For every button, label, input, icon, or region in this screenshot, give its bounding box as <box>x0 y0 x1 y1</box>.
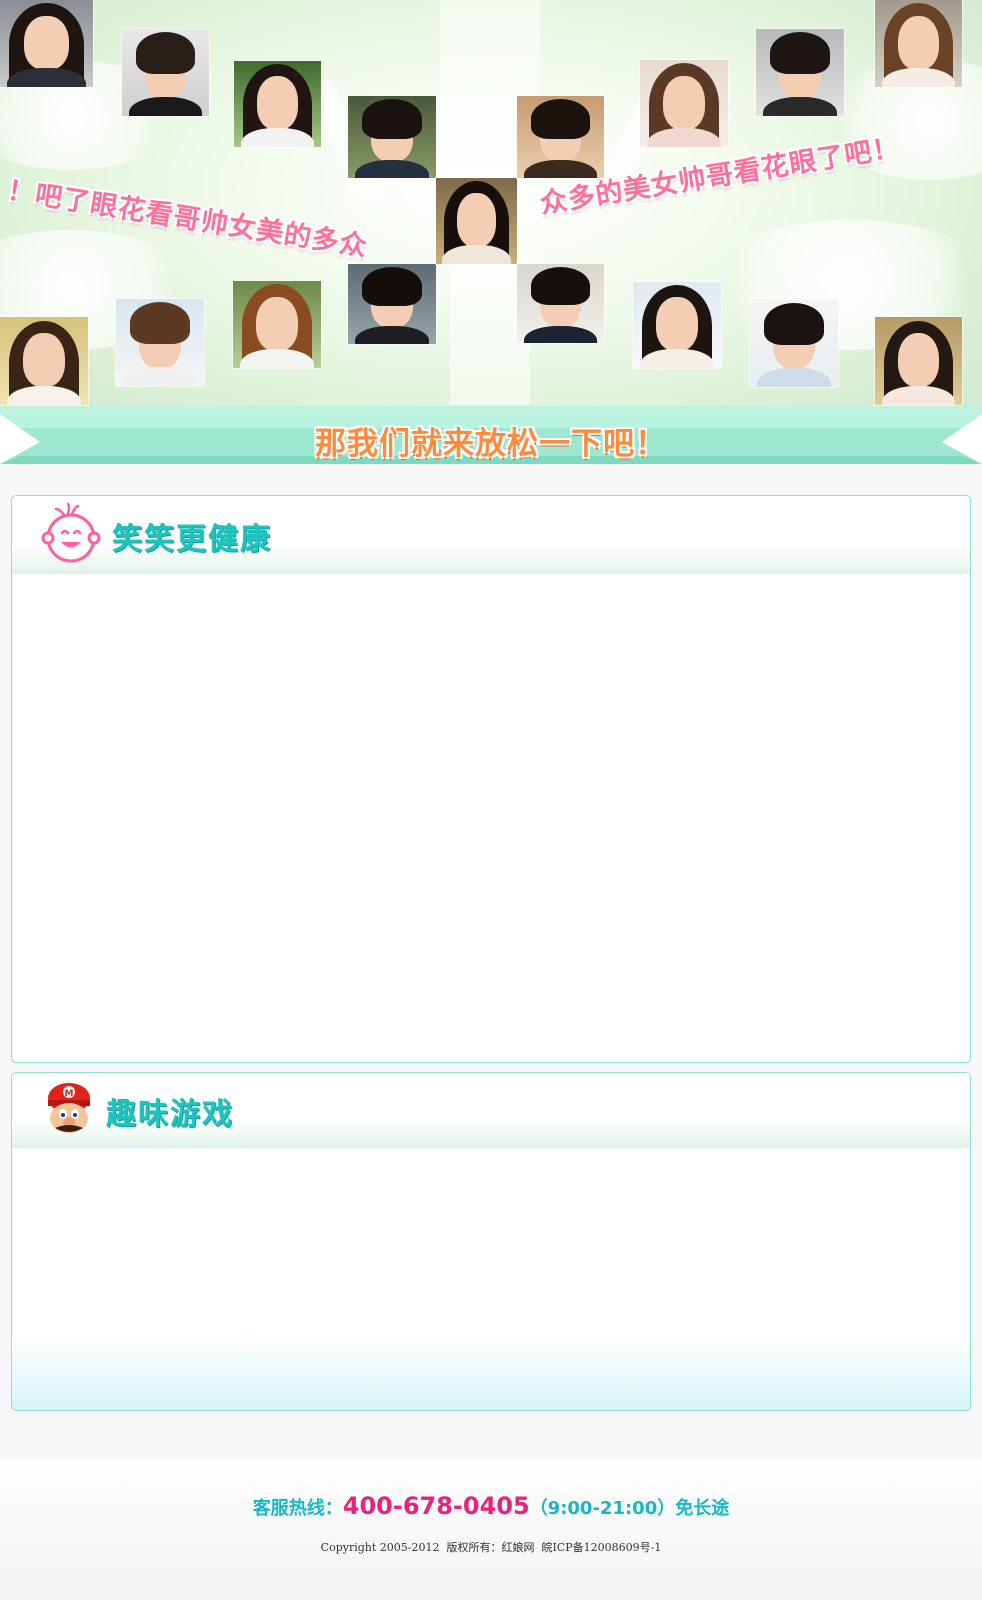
jokes-panel-title: 笑笑更健康 <box>112 522 272 557</box>
photo-man-1 <box>122 29 209 116</box>
photo-man-3 <box>348 264 436 344</box>
footer <box>0 1460 982 1600</box>
photo-woman-6 <box>875 0 962 87</box>
hotline: 客服热线：400-678-0405（9:00-21:00）免长途 <box>0 1492 982 1520</box>
photo-woman-4 <box>0 317 88 405</box>
photo-woman-7 <box>633 282 721 368</box>
photo-man-8 <box>750 299 838 387</box>
photo-man-2 <box>348 96 436 178</box>
ribbon-text: 那我们就来放松一下吧！ <box>315 426 667 462</box>
photo-man-5 <box>517 96 604 178</box>
photo-woman-1 <box>0 0 93 87</box>
photo-woman-8 <box>875 317 962 405</box>
photo-woman-center <box>436 178 517 264</box>
hotline-number[interactable]: 400-678-0405 <box>343 1492 530 1520</box>
svg-text:M: M <box>65 1089 74 1099</box>
photo-man-7 <box>517 264 604 343</box>
hero-banner: ！吧了眼花看哥帅女美的多众 众多的美女帅哥看花眼了吧！ <box>0 0 982 415</box>
photo-woman-2 <box>234 61 321 147</box>
photo-man-6 <box>756 29 844 116</box>
hotline-hours: （9:00-21:00）免长途 <box>529 1498 730 1519</box>
photo-man-4 <box>116 299 204 386</box>
games-panel: M 趣味游戏 <box>11 1072 971 1411</box>
games-panel-title: 趣味游戏 <box>106 1097 234 1132</box>
mario-head-icon: M <box>48 1083 90 1133</box>
copyright-text: Copyright 2005-2012 版权所有：红娘网 皖ICP备120086… <box>320 1541 662 1554</box>
photo-woman-5 <box>640 60 728 147</box>
photo-woman-3 <box>233 281 321 368</box>
jokes-panel: 笑笑更健康 <box>11 495 971 1063</box>
hotline-label: 客服热线： <box>252 1498 343 1519</box>
smiley-face-icon <box>41 502 101 563</box>
